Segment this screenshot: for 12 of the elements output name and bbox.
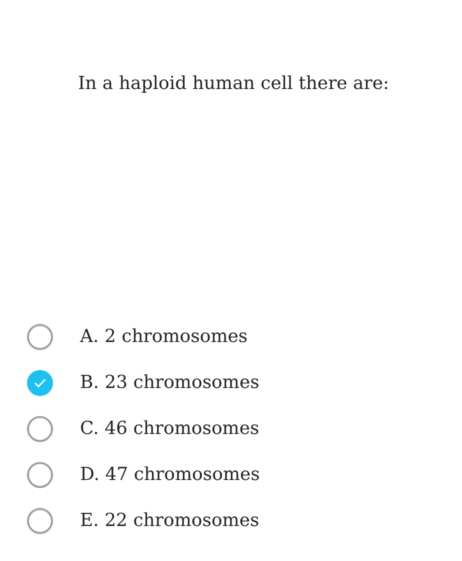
radio-button[interactable] [27,416,53,442]
radio-button[interactable] [27,324,53,350]
option-label[interactable]: D. 47 chromosomes [80,460,260,488]
option-label[interactable]: C. 46 chromosomes [80,414,260,442]
option-label[interactable]: A. 2 chromosomes [80,322,248,350]
option-label[interactable]: B. 23 chromosomes [80,368,260,396]
radio-button[interactable] [27,462,53,488]
option-label[interactable]: E. 22 chromosomes [80,506,260,534]
radio-button[interactable] [27,370,53,396]
check-icon [34,378,46,388]
radio-button[interactable] [27,508,53,534]
question-text: In a haploid human cell there are: [78,72,390,96]
